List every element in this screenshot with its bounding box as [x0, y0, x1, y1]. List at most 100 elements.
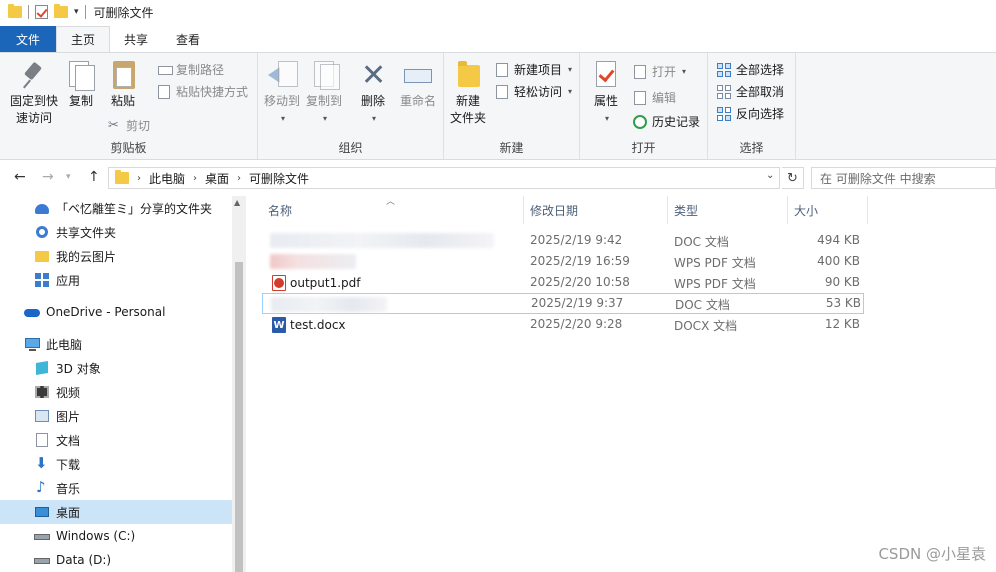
table-row[interactable]: output1.pdf 2025/2/20 10:58 WPS PDF 文档 9… [262, 272, 864, 293]
search-input[interactable]: 在 可删除文件 中搜索 [811, 167, 996, 189]
window-title: 可删除文件 [93, 5, 154, 20]
sidebar-item-drive-d[interactable]: Data (D:) [0, 548, 232, 572]
scrollbar-thumb[interactable] [235, 262, 243, 572]
column-header-type[interactable]: 类型 [668, 196, 788, 224]
scissors-icon: ✂ [108, 117, 119, 133]
file-date: 2025/2/19 9:37 [531, 296, 624, 310]
address-history-chevron-down-icon[interactable]: ⌄ [766, 170, 774, 181]
sidebar-item-onedrive[interactable]: OneDrive - Personal [0, 300, 232, 324]
table-row[interactable]: 2025/2/19 9:42 DOC 文档 494 KB [262, 230, 864, 251]
scroll-up-icon[interactable]: ▲ [234, 198, 240, 207]
sidebar-item-3d-objects[interactable]: 3D 对象 [0, 356, 232, 380]
breadcrumb-chevron-icon[interactable]: › [237, 173, 241, 184]
address-bar[interactable]: › 此电脑 › 桌面 › 可删除文件 [108, 167, 780, 189]
sidebar-item-apps[interactable]: 应用 [0, 268, 232, 292]
paste-shortcut-button[interactable]: 粘贴快捷方式 [156, 83, 248, 100]
copy-path-button[interactable]: 复制路径 [156, 61, 224, 78]
select-none-button[interactable]: 全部取消 [716, 83, 784, 100]
open-button[interactable]: 打开 ▾ [632, 63, 686, 80]
open-group: 属性 ▾ 打开 ▾ 编辑 历史记录 打开 [580, 53, 708, 159]
redacted-file-name [270, 254, 356, 269]
edit-icon [632, 90, 648, 106]
breadcrumb-chevron-icon[interactable]: › [137, 173, 141, 184]
properties-button[interactable]: 属性 ▾ [588, 59, 624, 127]
sidebar-item-shared-folder[interactable]: 共享文件夹 [0, 220, 232, 244]
sidebar-item-label: OneDrive - Personal [46, 305, 166, 319]
delete-button[interactable]: ✕ 删除 ▾ [356, 59, 390, 127]
tab-share[interactable]: 共享 [110, 26, 162, 52]
cut-button[interactable]: ✂ 剪切 [106, 117, 150, 134]
recent-locations-chevron-icon[interactable]: ▾ [66, 172, 71, 182]
move-to-button[interactable]: 移动到 ▾ [262, 59, 302, 127]
pin-to-quick-access-button[interactable]: 固定到快 速访问 [8, 59, 60, 127]
tab-file[interactable]: 文件 [0, 26, 57, 52]
table-row[interactable]: 2025/2/19 9:37 DOC 文档 53 KB [262, 293, 864, 314]
address-row: ← → ▾ ↑ › 此电脑 › 桌面 › 可删除文件 ⌄ ↻ 在 可删除文件 中… [0, 164, 996, 192]
new-folder-icon[interactable] [54, 4, 68, 18]
new-folder-button[interactable]: 新建 文件夹 [448, 59, 488, 127]
select-all-button[interactable]: 全部选择 [716, 61, 784, 78]
file-date: 2025/2/20 9:28 [530, 317, 623, 331]
sidebar-item-pictures[interactable]: 图片 [0, 404, 232, 428]
rename-button[interactable]: 重命名 [396, 59, 440, 110]
sidebar-item-shared-by-user[interactable]: 「ベ忆離笙ミ」分享的文件夹 [0, 196, 232, 220]
sidebar-item-videos[interactable]: 视频 [0, 380, 232, 404]
properties-label: 属性 [593, 94, 618, 108]
tab-home[interactable]: 主页 [56, 26, 111, 52]
easy-access-button[interactable]: 轻松访问 ▾ [494, 83, 572, 100]
breadcrumb-desktop[interactable]: 桌面 [205, 170, 229, 187]
refresh-icon[interactable]: ↻ [782, 167, 804, 189]
invert-selection-button[interactable]: 反向选择 [716, 105, 784, 122]
column-header-date[interactable]: 修改日期 [524, 196, 668, 224]
sidebar-item-documents[interactable]: 文档 [0, 428, 232, 452]
up-arrow-icon[interactable]: ↑ [88, 169, 100, 185]
sidebar-item-label: Windows (C:) [56, 529, 136, 543]
pin-label-line1: 固定到快 [9, 94, 58, 108]
back-arrow-icon[interactable]: ← [14, 169, 26, 185]
breadcrumb-this-pc[interactable]: 此电脑 [149, 170, 185, 187]
watermark: CSDN @小星袁 [878, 545, 986, 563]
open-icon [632, 64, 648, 80]
sidebar-item-downloads[interactable]: ⬇ 下载 [0, 452, 232, 476]
sidebar-item-label: Data (D:) [56, 553, 112, 567]
drive-icon [34, 552, 50, 568]
table-row[interactable]: 2025/2/19 16:59 WPS PDF 文档 400 KB [262, 251, 864, 272]
customize-toolbar-dropdown-icon[interactable]: ▾ [74, 7, 79, 17]
edit-button[interactable]: 编辑 [632, 89, 676, 106]
properties-check-icon[interactable] [35, 5, 48, 19]
column-header-name[interactable]: 名称 [262, 196, 524, 224]
cube-icon [34, 360, 50, 376]
paste-shortcut-icon [156, 84, 172, 100]
column-header-size[interactable]: 大小 [788, 196, 868, 224]
drive-icon [34, 528, 50, 544]
file-type: DOCX 文档 [674, 319, 738, 333]
rename-label: 重命名 [399, 94, 436, 108]
sidebar-item-desktop[interactable]: 桌面 [0, 500, 232, 524]
sidebar-item-label: 共享文件夹 [56, 225, 117, 240]
file-name-cell: output1.pdf [272, 275, 361, 291]
video-icon [34, 384, 50, 400]
move-to-label: 移动到 [263, 94, 300, 108]
paste-button[interactable]: 粘贴 [106, 59, 140, 110]
breadcrumb-current-folder[interactable]: 可删除文件 [249, 170, 309, 187]
copy-to-icon [308, 59, 340, 91]
sidebar-item-drive-c[interactable]: Windows (C:) [0, 524, 232, 548]
copy-to-dropdown-icon: ▾ [322, 114, 327, 123]
table-row[interactable]: W test.docx 2025/2/20 9:28 DOCX 文档 12 KB [262, 314, 864, 335]
pdf-file-icon [272, 275, 286, 291]
file-size: 12 KB [824, 317, 860, 331]
sidebar-scrollbar[interactable]: ▲ [232, 196, 246, 572]
file-type: WPS PDF 文档 [674, 277, 756, 291]
forward-arrow-icon[interactable]: → [42, 169, 54, 185]
history-button[interactable]: 历史记录 [632, 113, 700, 130]
tab-view[interactable]: 查看 [162, 26, 214, 52]
breadcrumb-chevron-icon[interactable]: › [193, 173, 197, 184]
paste-icon [107, 59, 139, 91]
sidebar-item-music[interactable]: ♪ 音乐 [0, 476, 232, 500]
new-folder-label-line2: 文件夹 [449, 111, 486, 125]
new-item-button[interactable]: 新建项目 ▾ [494, 61, 572, 78]
copy-to-button[interactable]: 复制到 ▾ [304, 59, 344, 127]
sidebar-item-this-pc[interactable]: 此电脑 [0, 332, 232, 356]
sidebar-item-cloud-pictures[interactable]: 我的云图片 [0, 244, 232, 268]
copy-button[interactable]: 复制 [64, 59, 98, 110]
